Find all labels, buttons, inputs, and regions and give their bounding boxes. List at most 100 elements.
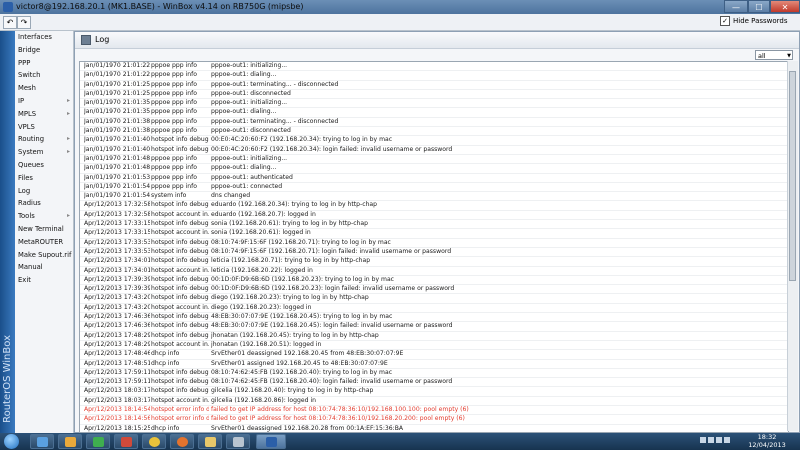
log-row[interactable]: Apr/12/2013 17:32:58 hotspot info debug ed… (80, 201, 788, 211)
log-row[interactable]: Apr/12/2013 17:43:20 hotspot account in..… (80, 304, 788, 314)
log-time-cell: Apr/12/2013 17:39:39 (84, 285, 150, 293)
log-row[interactable]: Jan/01/1970 21:01:22 pppoe ppp info pppoe-… (80, 62, 788, 72)
log-row[interactable]: Jan/01/1970 21:01:22 pppoe ppp info pppoe-… (80, 71, 788, 81)
log-row[interactable]: Jan/01/1970 21:01:40 hotspot info debug 00… (80, 136, 788, 146)
menu-item-system[interactable]: System ▸ (15, 146, 73, 159)
menu-item-files[interactable]: Files (15, 172, 73, 185)
checkbox-check-icon[interactable]: ✓ (720, 16, 730, 26)
menu-item-interfaces[interactable]: Interfaces (15, 31, 73, 44)
menu-item-ppp[interactable]: PPP (15, 57, 73, 70)
taskbar-winbox-button[interactable] (256, 434, 286, 449)
log-row[interactable]: Apr/12/2013 17:43:20 hotspot info debug di… (80, 294, 788, 304)
taskbar-notes-button[interactable] (226, 434, 250, 449)
log-row[interactable]: Apr/12/2013 17:48:51 dhcp info SrvEther01 … (80, 360, 788, 369)
hide-passwords-checkbox[interactable]: ✓ Hide Passwords (720, 16, 788, 28)
tray-battery-icon[interactable] (724, 437, 730, 443)
menu-item-log[interactable]: Log (15, 185, 73, 198)
log-row[interactable]: Apr/12/2013 17:48:46 dhcp info SrvEther01 … (80, 350, 788, 360)
log-row[interactable]: Jan/01/1970 21:01:53 pppoe ppp info pppoe-… (80, 174, 788, 183)
log-scrollbar-thumb[interactable] (789, 71, 796, 281)
log-row[interactable]: Apr/12/2013 17:33:53 hotspot info debug 08… (80, 239, 788, 248)
log-row[interactable]: Apr/12/2013 17:48:29 hotspot account in..… (80, 341, 788, 351)
log-row[interactable]: Apr/12/2013 17:33:15 hotspot info debug so… (80, 220, 788, 230)
menu-item-routing[interactable]: Routing ▸ (15, 133, 73, 146)
log-row[interactable]: Apr/12/2013 18:14:54hotspot error info d… (80, 406, 788, 416)
minimize-button[interactable]: — (724, 0, 748, 13)
log-scrollbar[interactable] (787, 61, 798, 431)
menu-item-queues[interactable]: Queues (15, 159, 73, 172)
log-row[interactable]: Apr/12/2013 17:39:39 hotspot info debug 00… (80, 285, 788, 295)
log-message-cell: SrvEther01 deassigned 192.168.20.28 from… (211, 424, 404, 432)
menu-item-radius[interactable]: Radius (15, 197, 73, 210)
system-tray[interactable] (700, 437, 736, 446)
tray-network-icon[interactable] (708, 437, 714, 443)
redo-button[interactable]: ↷ (17, 16, 31, 29)
log-row[interactable]: Apr/12/2013 17:33:15 hotspot account in..… (80, 229, 788, 239)
menu-item-tools[interactable]: Tools ▸ (15, 210, 73, 223)
menu-item-ip[interactable]: IP ▸ (15, 95, 73, 108)
tray-volume-icon[interactable] (716, 437, 722, 443)
log-time-cell: Apr/12/2013 17:48:51 (84, 359, 150, 367)
log-row[interactable]: Apr/12/2013 18:03:17 hotspot account in..… (80, 397, 788, 406)
taskbar-chrome-button[interactable] (142, 434, 166, 449)
log-filter-value: all (758, 52, 766, 60)
log-row[interactable]: Apr/12/2013 17:33:53 hotspot info debug 08… (80, 248, 788, 258)
log-row[interactable]: Jan/01/1970 21:01:48 pppoe ppp info pppoe-… (80, 155, 788, 165)
menu-item-vpls[interactable]: VPLS (15, 121, 73, 134)
maximize-button[interactable]: ☐ (748, 0, 770, 13)
log-message-cell: eduardo (192.168.20.7): logged in (211, 210, 316, 218)
log-row[interactable]: Apr/12/2013 17:32:58 hotspot account in..… (80, 210, 788, 221)
menu-item-label: Files (18, 173, 33, 182)
log-row[interactable]: Apr/12/2013 17:48:29 hotspot info debug jh… (80, 332, 788, 341)
title-bar[interactable]: victor8@192.168.20.1 (MK1.BASE) - WinBox… (0, 0, 800, 14)
taskbar-media-button[interactable] (58, 434, 82, 449)
log-row[interactable]: Apr/12/2013 18:15:25 dhcp info SrvEther01 … (80, 424, 788, 432)
log-row[interactable]: Apr/12/2013 17:34:01 hotspot account in..… (80, 267, 788, 276)
menu-item-manual[interactable]: Manual (15, 261, 73, 274)
log-row[interactable]: Jan/01/1970 21:01:40 hotspot info debug 00… (80, 146, 788, 155)
menu-item-make-supout-rif[interactable]: Make Supout.rif (15, 249, 73, 262)
tray-flag-icon[interactable] (700, 437, 706, 443)
log-row[interactable]: Jan/01/1970 21:01:25 pppoe ppp info pppoe-… (80, 81, 788, 90)
log-row[interactable]: Jan/01/1970 21:01:25 pppoe ppp info pppoe-… (80, 90, 788, 100)
taskbar-folder-button[interactable] (198, 434, 222, 449)
log-row[interactable]: Apr/12/2013 18:03:17 hotspot info debug gi… (80, 387, 788, 397)
log-time-cell: Jan/01/1970 21:01:40 (84, 145, 150, 153)
log-row[interactable]: Jan/01/1970 21:01:38 pppoe ppp info pppoe-… (80, 117, 788, 128)
start-button[interactable] (4, 434, 19, 449)
menu-item-mpls[interactable]: MPLS ▸ (15, 108, 73, 121)
log-time-cell: Jan/01/1970 21:01:35 (84, 99, 150, 107)
log-row[interactable]: Jan/01/1970 21:01:35 pppoe ppp info pppoe-… (80, 99, 788, 109)
menu-item-exit[interactable]: Exit (15, 274, 73, 287)
log-row[interactable]: Jan/01/1970 21:01:54 system info dns chang… (80, 192, 788, 202)
menu-item-new-terminal[interactable]: New Terminal (15, 223, 73, 236)
log-row[interactable]: Jan/01/1970 21:01:38 pppoe ppp info pppoe-… (80, 127, 788, 137)
undo-button[interactable]: ↶ (3, 16, 17, 29)
log-time-cell: Jan/01/1970 21:01:38 (84, 117, 150, 125)
menu-item-switch[interactable]: Switch (15, 69, 73, 82)
toolbar: ↶ ↷ ✓ Hide Passwords (0, 14, 800, 31)
log-window-header[interactable]: Log (75, 32, 799, 49)
taskbar-app-button[interactable] (114, 434, 138, 449)
log-row[interactable]: Apr/12/2013 17:46:36 hotspot info debug 48… (80, 322, 788, 332)
menu-item-mesh[interactable]: Mesh (15, 82, 73, 95)
log-row[interactable]: Apr/12/2013 17:59:11 hotspot info debug 08… (80, 369, 788, 379)
log-row[interactable]: Jan/01/1970 21:01:35 pppoe ppp info pppoe-… (80, 108, 788, 118)
log-row[interactable]: Apr/12/2013 17:59:11 hotspot info debug 08… (80, 378, 788, 388)
taskbar-firefox-button[interactable] (170, 434, 194, 449)
log-row[interactable]: Jan/01/1970 21:01:54 pppoe ppp info pppoe-… (80, 183, 788, 193)
taskbar-clock[interactable]: 18:32 12/04/2013 (740, 433, 794, 449)
log-row[interactable]: Apr/12/2013 17:39:39 hotspot info debug 00… (80, 276, 788, 286)
log-row[interactable]: Apr/12/2013 17:34:01 hotspot info debug le… (80, 257, 788, 267)
menu-item-bridge[interactable]: Bridge (15, 44, 73, 57)
menu-item-metarouter[interactable]: MetaROUTER (15, 236, 73, 249)
log-time-cell: Apr/12/2013 17:34:01 (84, 257, 150, 265)
log-message-cell: dns changed (211, 192, 251, 200)
close-button[interactable]: ✕ (770, 0, 800, 13)
log-row[interactable]: Jan/01/1970 21:01:48 pppoe ppp info pppoe-… (80, 164, 788, 174)
taskbar-network-button[interactable] (86, 434, 110, 449)
log-row[interactable]: Apr/12/2013 18:14:56hotspot error info d… (80, 415, 788, 425)
taskbar-explorer-button[interactable] (30, 434, 54, 449)
log-row[interactable]: Apr/12/2013 17:46:36 hotspot info debug 48… (80, 313, 788, 323)
log-filter-select[interactable]: all ▼ (755, 50, 793, 60)
